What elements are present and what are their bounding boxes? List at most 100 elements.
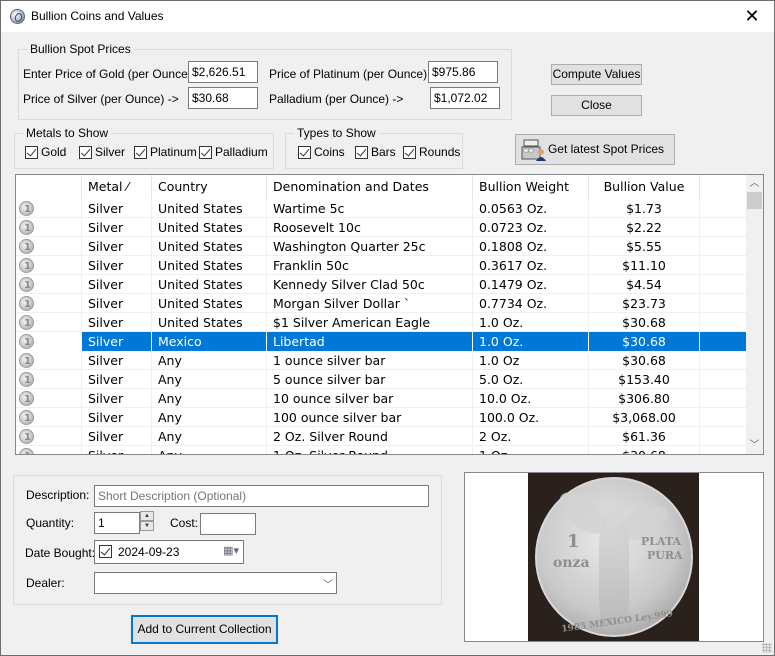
cell-denomination: 1 Oz. Silver Round [267, 446, 473, 454]
table-row[interactable]: SilverUnited StatesKennedy Silver Clad 5… [16, 275, 746, 294]
row-icon [16, 313, 82, 332]
column-header-denomination[interactable]: Denomination and Dates [267, 175, 473, 199]
table-row[interactable]: SilverAny1 Oz. Silver Round1 Oz.$30.68 [16, 446, 746, 454]
cell-weight: 0.1808 Oz. [473, 237, 589, 256]
coins-checkbox[interactable]: Coins [298, 145, 345, 159]
platinum-price-label: Price of Platinum (per Ounce) -> [269, 67, 442, 81]
table-row[interactable]: SilverMexicoLibertad1.0 Oz.$30.68 [16, 332, 746, 351]
cell-country: United States [152, 237, 267, 256]
silver-checkbox[interactable]: Silver [79, 145, 125, 159]
column-header-value[interactable]: Bullion Value [589, 175, 700, 199]
coin-photo: 1 onza PLATA PURA 1985 MEXICO Ley.999 [528, 473, 699, 641]
get-spot-prices-button[interactable]: Get latest Spot Prices [515, 134, 675, 165]
cell-country: Any [152, 389, 267, 408]
row-icon [16, 408, 82, 427]
cell-metal: Silver [82, 332, 152, 351]
table-row[interactable]: SilverUnited StatesWashington Quarter 25… [16, 237, 746, 256]
cell-filler [700, 446, 746, 454]
gold-checkbox[interactable]: Gold [25, 145, 66, 159]
stepper-down-icon[interactable]: ▼ [140, 521, 154, 531]
table-row[interactable]: SilverAny1 ounce silver bar1.0 Oz$30.68 [16, 351, 746, 370]
table-row[interactable]: SilverUnited StatesMorgan Silver Dollar … [16, 294, 746, 313]
column-header-icon[interactable] [16, 175, 82, 199]
scroll-up-icon[interactable]: ︿ [746, 175, 763, 192]
cell-value: $306.80 [589, 389, 700, 408]
silver-price-input[interactable]: $30.68 [188, 87, 258, 109]
gold-price-input[interactable]: $2,626.51 [188, 61, 258, 83]
scroll-thumb[interactable] [747, 192, 762, 209]
cell-country: Any [152, 351, 267, 370]
column-header-metal[interactable]: Metal ⁄ [82, 175, 152, 199]
silver-coin-icon [19, 334, 34, 351]
table-row[interactable]: SilverAny100 ounce silver bar100.0 Oz.$3… [16, 408, 746, 427]
checkbox-check-icon [99, 545, 112, 558]
coin-numeral: 1 [567, 531, 580, 552]
close-button[interactable]: Close [551, 95, 642, 116]
row-icon [16, 351, 82, 370]
quantity-stepper[interactable]: ▲ ▼ [140, 511, 154, 532]
calendar-dropdown-icon[interactable]: ▦▾ [223, 544, 239, 557]
cell-country: United States [152, 313, 267, 332]
resize-grip-icon[interactable] [762, 643, 772, 653]
cell-denomination: 100 ounce silver bar [267, 408, 473, 427]
list-vertical-scrollbar[interactable]: ︿ ﹀ [746, 175, 763, 454]
table-row[interactable]: SilverUnited States$1 Silver American Ea… [16, 313, 746, 332]
cell-denomination: Roosevelt 10c [267, 218, 473, 237]
platinum-checkbox[interactable]: Platinum [134, 145, 197, 159]
cost-input[interactable] [200, 513, 256, 535]
gold-price-label: Enter Price of Gold (per Ounce) -> [23, 67, 207, 81]
cell-filler [700, 218, 746, 237]
coin-legend-plata: PLATA [641, 535, 682, 548]
rounds-checkbox[interactable]: Rounds [403, 145, 460, 159]
cell-denomination: Franklin 50c [267, 256, 473, 275]
cell-filler [700, 332, 746, 351]
cell-value: $153.40 [589, 370, 700, 389]
silver-coin-icon [19, 429, 34, 446]
description-input[interactable] [94, 485, 429, 507]
cell-weight: 10.0 Oz. [473, 389, 589, 408]
cell-metal: Silver [82, 370, 152, 389]
bars-checkbox[interactable]: Bars [355, 145, 396, 159]
cell-filler [700, 199, 746, 218]
stepper-up-icon[interactable]: ▲ [140, 511, 154, 521]
row-icon [16, 370, 82, 389]
row-icon [16, 427, 82, 446]
table-row[interactable]: SilverUnited StatesWartime 5c0.0563 Oz.$… [16, 199, 746, 218]
table-row[interactable]: SilverAny5 ounce silver bar5.0 Oz.$153.4… [16, 370, 746, 389]
cell-filler [700, 294, 746, 313]
cost-label: Cost: [170, 516, 199, 530]
bullion-list[interactable]: Metal ⁄ Country Denomination and Dates B… [15, 174, 764, 455]
date-enabled-checkbox[interactable] [99, 545, 115, 558]
row-icon [16, 218, 82, 237]
quantity-input[interactable]: 1 [94, 512, 140, 534]
cell-denomination: Morgan Silver Dollar ` [267, 294, 473, 313]
row-icon [16, 389, 82, 408]
compute-values-button[interactable]: Compute Values [551, 64, 642, 85]
coin-unit: onza [553, 555, 590, 571]
silver-checkbox-label: Silver [95, 145, 126, 159]
close-window-button[interactable]: ✕ [738, 5, 766, 27]
get-spot-prices-label: Get latest Spot Prices [547, 142, 665, 156]
scroll-down-icon[interactable]: ﹀ [746, 437, 763, 454]
palladium-checkbox[interactable]: Palladium [199, 145, 268, 159]
cell-denomination: Kennedy Silver Clad 50c [267, 275, 473, 294]
platinum-price-input[interactable]: $975.86 [428, 61, 498, 83]
column-header-weight[interactable]: Bullion Weight [473, 175, 589, 199]
table-row[interactable]: SilverAny10 ounce silver bar10.0 Oz.$306… [16, 389, 746, 408]
checkbox-check-icon [25, 145, 38, 159]
dealer-combobox[interactable] [94, 572, 337, 594]
cash-register-icon [521, 139, 546, 161]
coins-checkbox-label: Coins [314, 145, 345, 159]
cell-country: United States [152, 199, 267, 218]
silver-coin-icon [19, 296, 34, 313]
cell-weight: 2 Oz. [473, 427, 589, 446]
row-icon [16, 275, 82, 294]
palladium-price-input[interactable]: $1,072.02 [430, 87, 500, 109]
table-row[interactable]: SilverUnited StatesRoosevelt 10c0.0723 O… [16, 218, 746, 237]
add-to-collection-button[interactable]: Add to Current Collection [131, 615, 278, 644]
date-bought-picker[interactable]: 2024-09-23 ▦▾ [94, 540, 244, 564]
column-header-country[interactable]: Country [152, 175, 267, 199]
cell-value: $23.73 [589, 294, 700, 313]
table-row[interactable]: SilverAny2 Oz. Silver Round2 Oz.$61.36 [16, 427, 746, 446]
table-row[interactable]: SilverUnited StatesFranklin 50c0.3617 Oz… [16, 256, 746, 275]
